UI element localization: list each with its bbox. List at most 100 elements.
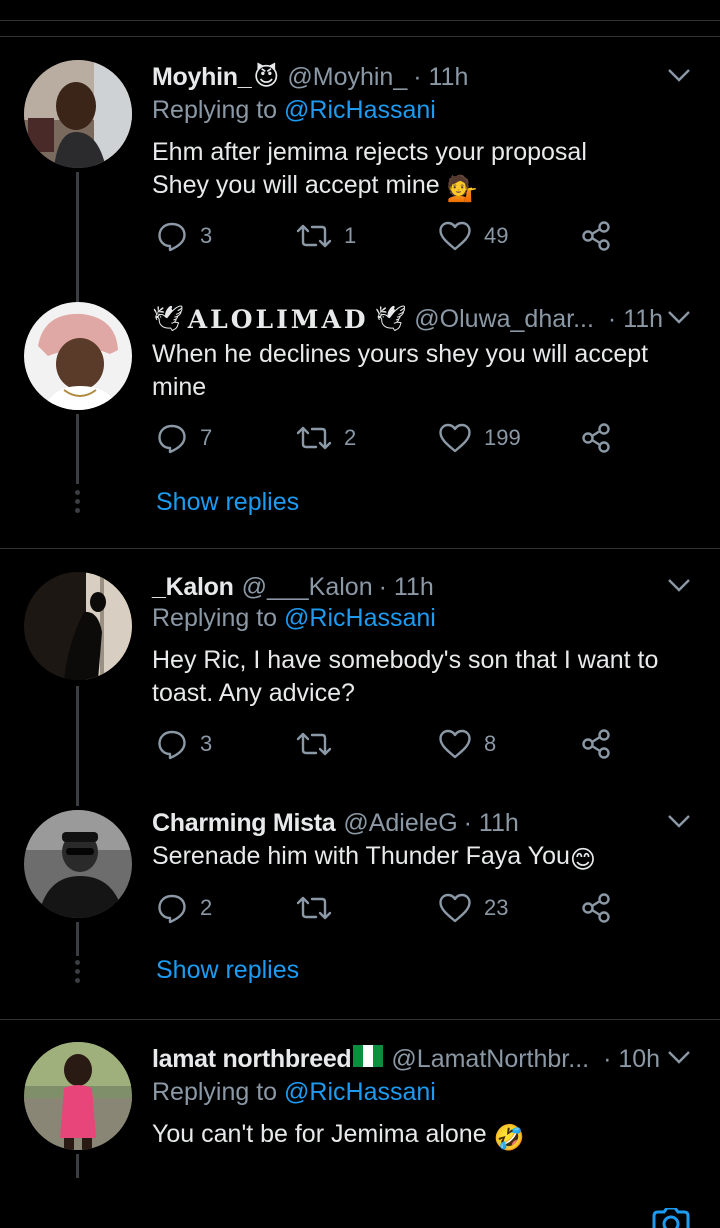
- retweet-button[interactable]: [296, 728, 344, 760]
- tweet-text-line: Serenade him with Thunder Faya You: [152, 842, 570, 870]
- share-button[interactable]: [580, 422, 612, 454]
- like-icon: [439, 893, 471, 923]
- tweet-text-line: mine: [152, 373, 207, 401]
- avatar[interactable]: [24, 60, 132, 168]
- replying-prefix: Replying to: [152, 1078, 285, 1106]
- chevron-down-icon[interactable]: [666, 62, 692, 88]
- divider: [0, 548, 720, 549]
- like-count: 8: [484, 731, 497, 756]
- tweet-actions: 2 23: [156, 892, 626, 928]
- tweet-actions: 3 8: [156, 728, 626, 764]
- timestamp[interactable]: · 10h: [603, 1045, 660, 1074]
- like-button[interactable]: 49: [438, 220, 508, 252]
- tweet-text-line: You can't be for Jemima alone: [152, 1120, 487, 1148]
- show-replies-link[interactable]: Show replies: [156, 956, 299, 985]
- retweet-count: 1: [344, 223, 357, 248]
- handle[interactable]: @Moyhin_: [287, 63, 407, 92]
- display-name[interactable]: lamat northbreed: [152, 1045, 352, 1074]
- reply-count: 3: [200, 223, 213, 248]
- retweet-button[interactable]: 1: [296, 220, 356, 252]
- tweet-text: Hey Ric, I have somebody's son that I wa…: [152, 644, 692, 710]
- tweet-text-line: Hey Ric, I have somebody's son that I wa…: [152, 646, 659, 674]
- tweet-text: Serenade him with Thunder Faya You😊: [152, 840, 692, 877]
- handle[interactable]: @LamatNorthbr...: [391, 1045, 589, 1074]
- retweet-icon: [296, 426, 332, 450]
- share-button[interactable]: [580, 892, 612, 924]
- tweet-header: Moyhin_ 😈 @Moyhin_ · 11h: [152, 60, 468, 94]
- replying-to-link[interactable]: @RicHassani: [284, 604, 436, 632]
- reply-button[interactable]: 2: [156, 892, 212, 924]
- thread-line: [76, 922, 79, 956]
- avatar[interactable]: [24, 1042, 132, 1150]
- replying-to-link[interactable]: @RicHassani: [284, 96, 436, 124]
- like-icon: [439, 423, 471, 453]
- reply-count: 7: [200, 425, 213, 450]
- top-divider: [0, 20, 720, 21]
- tweet-header: _Kalon @___Kalon · 11h: [152, 570, 434, 604]
- tweet-text-line: toast. Any advice?: [152, 679, 355, 707]
- like-icon: [439, 729, 471, 759]
- chevron-down-icon[interactable]: [666, 304, 692, 330]
- reply-button[interactable]: 3: [156, 220, 212, 252]
- like-icon: [439, 221, 471, 251]
- retweet-icon: [296, 896, 332, 920]
- timestamp[interactable]: · 11h: [413, 63, 468, 92]
- retweet-button[interactable]: 2: [296, 422, 356, 454]
- tweet-text: Ehm after jemima rejects your proposal S…: [152, 136, 692, 206]
- like-count: 23: [484, 895, 509, 920]
- share-icon: [582, 729, 610, 759]
- display-name[interactable]: ALOLIMAD: [188, 305, 369, 334]
- share-icon: [582, 423, 610, 453]
- avatar[interactable]: [24, 572, 132, 680]
- replying-prefix: Replying to: [152, 96, 285, 124]
- timestamp[interactable]: · 11h: [379, 573, 434, 602]
- divider: [0, 1019, 720, 1020]
- camera-icon[interactable]: [650, 1208, 692, 1228]
- nigeria-flag-icon: [353, 1044, 384, 1074]
- chevron-down-icon[interactable]: [666, 572, 692, 598]
- top-divider-2: [0, 36, 720, 37]
- reply-button[interactable]: 3: [156, 728, 212, 760]
- retweet-icon: [296, 224, 332, 248]
- retweet-count: 2: [344, 425, 357, 450]
- timestamp[interactable]: · 11h: [608, 305, 663, 334]
- replying-to-link[interactable]: @RicHassani: [284, 1078, 436, 1106]
- avatar[interactable]: [24, 302, 132, 410]
- handle[interactable]: @___Kalon: [242, 573, 373, 602]
- share-button[interactable]: [580, 728, 612, 760]
- tipping-hand-emoji: 💁: [446, 175, 478, 203]
- thread-dots: [73, 490, 81, 517]
- dove-emoji: 🕊: [152, 304, 184, 333]
- tweet-header: lamat northbreed @LamatNorthbr... · 10h: [152, 1042, 660, 1076]
- reply-button[interactable]: 7: [156, 422, 212, 454]
- show-replies-link[interactable]: Show replies: [156, 488, 299, 517]
- timestamp[interactable]: · 11h: [464, 809, 519, 838]
- tweet-header: Charming Mista @AdieleG · 11h: [152, 806, 519, 840]
- display-name[interactable]: _Kalon: [152, 573, 234, 602]
- smiling-emoji: 😊: [569, 846, 596, 874]
- reply-composer-bar[interactable]: [0, 1178, 720, 1228]
- tweet-actions: 7 2 199: [156, 422, 626, 458]
- tweet-text: You can't be for Jemima alone 🤣: [152, 1118, 692, 1155]
- thread-dots: [73, 960, 81, 987]
- handle[interactable]: @AdieleG: [343, 809, 457, 838]
- tweet-text-line: Shey you will accept mine: [152, 171, 440, 199]
- thread-line: [76, 1154, 79, 1178]
- retweet-button[interactable]: [296, 892, 344, 924]
- tweet-text: When he declines yours shey you will acc…: [152, 338, 692, 404]
- avatar[interactable]: [24, 810, 132, 918]
- handle[interactable]: @Oluwa_dhar...: [414, 305, 594, 334]
- like-button[interactable]: 199: [438, 422, 521, 454]
- rolling-laughing-emoji: 🤣: [493, 1124, 525, 1152]
- chevron-down-icon[interactable]: [666, 1044, 692, 1070]
- like-count: 199: [484, 425, 521, 450]
- like-button[interactable]: 8: [438, 728, 496, 760]
- replying-prefix: Replying to: [152, 604, 285, 632]
- share-button[interactable]: [580, 220, 612, 252]
- dove-emoji: 🕊: [374, 304, 407, 333]
- chevron-down-icon[interactable]: [666, 808, 692, 834]
- tweet-actions: 3 1 49: [156, 220, 626, 256]
- like-button[interactable]: 23: [438, 892, 508, 924]
- display-name[interactable]: Charming Mista: [152, 809, 336, 838]
- display-name[interactable]: Moyhin_: [152, 63, 252, 92]
